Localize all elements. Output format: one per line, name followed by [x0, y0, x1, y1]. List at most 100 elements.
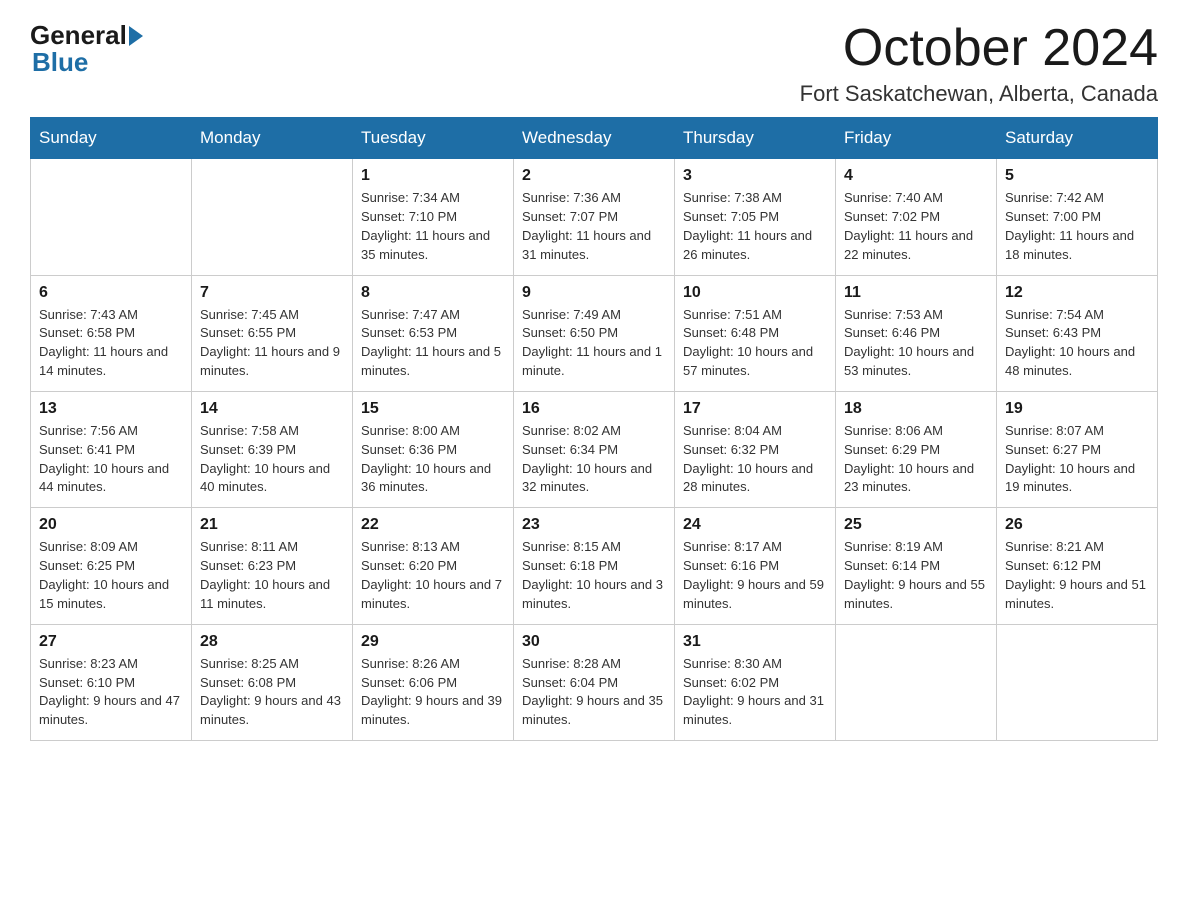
logo: General Blue [30, 20, 145, 78]
day-number: 16 [522, 400, 666, 418]
day-info: Sunrise: 7:58 AM Sunset: 6:39 PM Dayligh… [200, 422, 344, 497]
day-number: 7 [200, 284, 344, 302]
day-info: Sunrise: 8:15 AM Sunset: 6:18 PM Dayligh… [522, 538, 666, 613]
calendar-cell: 25 Sunrise: 8:19 AM Sunset: 6:14 PM Dayli… [836, 508, 997, 624]
day-info: Sunrise: 7:54 AM Sunset: 6:43 PM Dayligh… [1005, 306, 1149, 381]
day-info: Sunrise: 8:09 AM Sunset: 6:25 PM Dayligh… [39, 538, 183, 613]
calendar-cell: 2Sunrise: 7:36 AM Sunset: 7:07 PM Daylig… [514, 159, 675, 275]
day-info: Sunrise: 8:21 AM Sunset: 6:12 PM Dayligh… [1005, 538, 1149, 613]
calendar-cell: 16 Sunrise: 8:02 AM Sunset: 6:34 PM Dayli… [514, 391, 675, 507]
calendar-cell [192, 159, 353, 275]
calendar-cell: 22Sunrise: 8:13 AM Sunset: 6:20 PM Dayli… [353, 508, 514, 624]
day-info: Sunrise: 7:56 AM Sunset: 6:41 PM Dayligh… [39, 422, 183, 497]
day-info: Sunrise: 8:17 AM Sunset: 6:16 PM Dayligh… [683, 538, 827, 613]
day-info: Sunrise: 8:19 AM Sunset: 6:14 PM Dayligh… [844, 538, 988, 613]
day-info: Sunrise: 8:25 AM Sunset: 6:08 PM Dayligh… [200, 655, 344, 730]
day-number: 31 [683, 633, 827, 651]
day-info: Sunrise: 8:02 AM Sunset: 6:34 PM Dayligh… [522, 422, 666, 497]
day-number: 25 [844, 516, 988, 534]
calendar-cell [836, 624, 997, 740]
calendar-cell: 30Sunrise: 8:28 AM Sunset: 6:04 PM Dayli… [514, 624, 675, 740]
day-number: 29 [361, 633, 505, 651]
calendar-cell: 15 Sunrise: 8:00 AM Sunset: 6:36 PM Dayli… [353, 391, 514, 507]
day-number: 28 [200, 633, 344, 651]
calendar-week-5: 27 Sunrise: 8:23 AM Sunset: 6:10 PM Dayli… [31, 624, 1158, 740]
day-info: Sunrise: 8:04 AM Sunset: 6:32 PM Dayligh… [683, 422, 827, 497]
calendar-cell: 12 Sunrise: 7:54 AM Sunset: 6:43 PM Dayli… [997, 275, 1158, 391]
day-info: Sunrise: 7:49 AM Sunset: 6:50 PM Dayligh… [522, 306, 666, 381]
logo-arrow-icon [129, 26, 143, 46]
calendar-cell: 26 Sunrise: 8:21 AM Sunset: 6:12 PM Dayli… [997, 508, 1158, 624]
calendar-header-wednesday: Wednesday [514, 118, 675, 159]
day-info: Sunrise: 7:43 AM Sunset: 6:58 PM Dayligh… [39, 306, 183, 381]
calendar-week-2: 6 Sunrise: 7:43 AM Sunset: 6:58 PM Daylig… [31, 275, 1158, 391]
day-number: 26 [1005, 516, 1149, 534]
calendar-cell: 19Sunrise: 8:07 AM Sunset: 6:27 PM Dayli… [997, 391, 1158, 507]
calendar-cell: 31 Sunrise: 8:30 AM Sunset: 6:02 PM Dayli… [675, 624, 836, 740]
day-info: Sunrise: 8:11 AM Sunset: 6:23 PM Dayligh… [200, 538, 344, 613]
location-subtitle: Fort Saskatchewan, Alberta, Canada [800, 81, 1158, 107]
day-number: 2 [522, 167, 666, 185]
calendar-week-1: 1 Sunrise: 7:34 AM Sunset: 7:10 PM Daylig… [31, 159, 1158, 275]
day-info: Sunrise: 8:13 AM Sunset: 6:20 PM Dayligh… [361, 538, 505, 613]
calendar-cell [997, 624, 1158, 740]
day-number: 12 [1005, 284, 1149, 302]
calendar-cell: 8 Sunrise: 7:47 AM Sunset: 6:53 PM Daylig… [353, 275, 514, 391]
calendar-cell: 13 Sunrise: 7:56 AM Sunset: 6:41 PM Dayli… [31, 391, 192, 507]
calendar-header-thursday: Thursday [675, 118, 836, 159]
calendar-cell: 23 Sunrise: 8:15 AM Sunset: 6:18 PM Dayli… [514, 508, 675, 624]
day-number: 30 [522, 633, 666, 651]
calendar-header-friday: Friday [836, 118, 997, 159]
day-number: 9 [522, 284, 666, 302]
day-number: 17 [683, 400, 827, 418]
calendar-header-monday: Monday [192, 118, 353, 159]
calendar-header-saturday: Saturday [997, 118, 1158, 159]
day-info: Sunrise: 7:34 AM Sunset: 7:10 PM Dayligh… [361, 189, 505, 264]
day-number: 10 [683, 284, 827, 302]
day-number: 4 [844, 167, 988, 185]
day-number: 13 [39, 400, 183, 418]
day-number: 20 [39, 516, 183, 534]
calendar-cell: 9 Sunrise: 7:49 AM Sunset: 6:50 PM Daylig… [514, 275, 675, 391]
day-number: 8 [361, 284, 505, 302]
day-info: Sunrise: 8:07 AM Sunset: 6:27 PM Dayligh… [1005, 422, 1149, 497]
day-info: Sunrise: 8:00 AM Sunset: 6:36 PM Dayligh… [361, 422, 505, 497]
calendar-cell: 6 Sunrise: 7:43 AM Sunset: 6:58 PM Daylig… [31, 275, 192, 391]
day-info: Sunrise: 7:42 AM Sunset: 7:00 PM Dayligh… [1005, 189, 1149, 264]
day-info: Sunrise: 7:38 AM Sunset: 7:05 PM Dayligh… [683, 189, 827, 264]
logo-blue-text: Blue [32, 47, 88, 78]
day-number: 1 [361, 167, 505, 185]
day-info: Sunrise: 7:51 AM Sunset: 6:48 PM Dayligh… [683, 306, 827, 381]
calendar-cell: 3 Sunrise: 7:38 AM Sunset: 7:05 PM Daylig… [675, 159, 836, 275]
day-number: 11 [844, 284, 988, 302]
day-number: 3 [683, 167, 827, 185]
day-number: 6 [39, 284, 183, 302]
calendar-cell: 7Sunrise: 7:45 AM Sunset: 6:55 PM Daylig… [192, 275, 353, 391]
day-info: Sunrise: 8:30 AM Sunset: 6:02 PM Dayligh… [683, 655, 827, 730]
day-info: Sunrise: 7:47 AM Sunset: 6:53 PM Dayligh… [361, 306, 505, 381]
calendar-cell: 21Sunrise: 8:11 AM Sunset: 6:23 PM Dayli… [192, 508, 353, 624]
day-number: 24 [683, 516, 827, 534]
calendar-cell: 17 Sunrise: 8:04 AM Sunset: 6:32 PM Dayli… [675, 391, 836, 507]
day-number: 15 [361, 400, 505, 418]
calendar-cell: 24 Sunrise: 8:17 AM Sunset: 6:16 PM Dayli… [675, 508, 836, 624]
day-number: 23 [522, 516, 666, 534]
day-info: Sunrise: 8:26 AM Sunset: 6:06 PM Dayligh… [361, 655, 505, 730]
title-block: October 2024 Fort Saskatchewan, Alberta,… [800, 20, 1158, 107]
calendar-cell: 27 Sunrise: 8:23 AM Sunset: 6:10 PM Dayli… [31, 624, 192, 740]
day-info: Sunrise: 8:06 AM Sunset: 6:29 PM Dayligh… [844, 422, 988, 497]
day-info: Sunrise: 8:23 AM Sunset: 6:10 PM Dayligh… [39, 655, 183, 730]
day-number: 14 [200, 400, 344, 418]
calendar-cell: 18Sunrise: 8:06 AM Sunset: 6:29 PM Dayli… [836, 391, 997, 507]
day-number: 27 [39, 633, 183, 651]
calendar-cell: 14 Sunrise: 7:58 AM Sunset: 6:39 PM Dayli… [192, 391, 353, 507]
calendar-cell: 4Sunrise: 7:40 AM Sunset: 7:02 PM Daylig… [836, 159, 997, 275]
calendar-cell: 20 Sunrise: 8:09 AM Sunset: 6:25 PM Dayli… [31, 508, 192, 624]
calendar-table: SundayMondayTuesdayWednesdayThursdayFrid… [30, 117, 1158, 741]
calendar-cell: 28 Sunrise: 8:25 AM Sunset: 6:08 PM Dayli… [192, 624, 353, 740]
calendar-header-tuesday: Tuesday [353, 118, 514, 159]
calendar-cell: 29 Sunrise: 8:26 AM Sunset: 6:06 PM Dayli… [353, 624, 514, 740]
calendar-header-sunday: Sunday [31, 118, 192, 159]
calendar-cell: 11Sunrise: 7:53 AM Sunset: 6:46 PM Dayli… [836, 275, 997, 391]
month-year-title: October 2024 [800, 20, 1158, 77]
